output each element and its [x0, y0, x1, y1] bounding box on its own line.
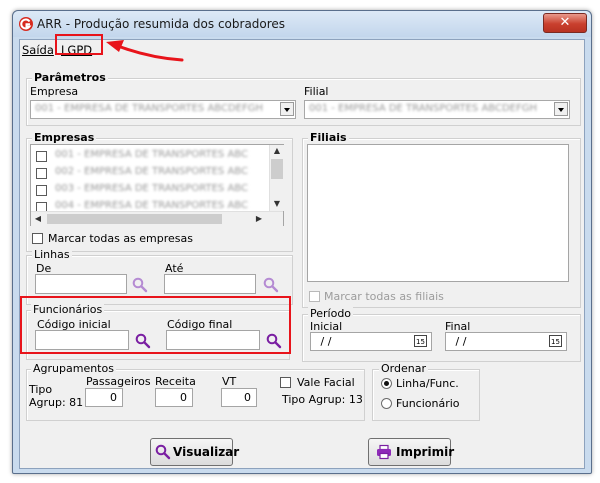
- calendar-day-glyph: 15: [416, 338, 425, 346]
- radio-funcionario-label: Funcionário: [396, 397, 460, 410]
- filiais-list[interactable]: [307, 144, 569, 282]
- scroll-right-icon[interactable]: ▶: [253, 213, 265, 225]
- vale-facial-label: Vale Facial: [297, 376, 355, 389]
- vale-facial-checkbox[interactable]: [280, 377, 291, 388]
- tipo-agrup-13-label: Tipo Agrup: 13: [282, 393, 363, 406]
- marcar-todas-empresas-checkbox[interactable]: [32, 233, 43, 244]
- agrupamentos-title: Agrupamentos: [31, 362, 116, 375]
- empresa-item-label: 004 - EMPRESA DE TRANSPORTES ABC: [55, 200, 248, 211]
- lgpd-highlight-box: [55, 34, 103, 55]
- empresa-item-label: 002 - EMPRESA DE TRANSPORTES ABC: [55, 166, 248, 177]
- filial-select[interactable]: 001 - EMPRESA DE TRANSPORTES ABCDEFGH: [304, 100, 570, 119]
- empresa-select[interactable]: 001 - EMPRESA DE TRANSPORTES ABCDEFGH: [30, 100, 296, 119]
- empresa-checkbox[interactable]: [36, 168, 47, 179]
- linhas-title: Linhas: [32, 248, 72, 261]
- calendar-icon[interactable]: 15: [549, 335, 562, 347]
- filial-value: 001 - EMPRESA DE TRANSPORTES ABCDEFGH: [309, 103, 537, 114]
- vt-value: 0: [244, 391, 251, 404]
- search-icon[interactable]: [132, 277, 148, 293]
- client-area: Saída LGPD Parâmetros Empresa 001 - EMPR…: [19, 39, 585, 469]
- periodo-final-value: / /: [452, 335, 467, 348]
- radio-funcionario[interactable]: [381, 398, 392, 409]
- receita-label: Receita: [155, 375, 196, 388]
- visualizar-label: Visualizar: [173, 445, 240, 459]
- printer-icon: [377, 444, 391, 460]
- close-icon: ✕: [559, 15, 571, 30]
- filial-label: Filial: [304, 85, 329, 98]
- radio-linha-func-label: Linha/Func.: [396, 377, 459, 390]
- close-button[interactable]: ✕: [543, 13, 587, 33]
- periodo-inicial-value: / /: [317, 335, 332, 348]
- search-icon: [155, 444, 171, 460]
- passageiros-label: Passageiros: [86, 375, 151, 388]
- empresa-label: Empresa: [30, 85, 79, 98]
- linhas-ate-input[interactable]: [164, 274, 256, 294]
- receita-value: 0: [180, 391, 187, 404]
- periodo-final-input[interactable]: / / 15: [445, 332, 567, 351]
- periodo-inicial-input[interactable]: / / 15: [310, 332, 432, 351]
- empresa-checkbox[interactable]: [36, 151, 47, 162]
- empresa-item-label: 001 - EMPRESA DE TRANSPORTES ABC: [55, 149, 248, 160]
- empresas-checklist[interactable]: 001 - EMPRESA DE TRANSPORTES ABC 002 - E…: [30, 144, 284, 226]
- app-window: ARR - Produção resumida dos cobradores ✕…: [12, 10, 592, 474]
- scroll-thumb[interactable]: [271, 159, 283, 179]
- empresa-item-label: 003 - EMPRESA DE TRANSPORTES ABC: [55, 183, 248, 194]
- empresa-value: 001 - EMPRESA DE TRANSPORTES ABCDEFGH: [35, 103, 263, 114]
- radio-linha-func[interactable]: [381, 378, 392, 389]
- chevron-down-icon[interactable]: [280, 102, 294, 116]
- funcionarios-highlight-box: [20, 296, 291, 354]
- visualizar-button[interactable]: Visualizar: [150, 438, 239, 466]
- empresas-title: Empresas: [32, 131, 97, 144]
- menu-saida[interactable]: Saída: [22, 43, 54, 57]
- marcar-todas-filiais-checkbox[interactable]: [309, 291, 320, 302]
- linhas-de-input[interactable]: [35, 274, 127, 294]
- arrow-icon: [106, 40, 184, 62]
- calendar-icon[interactable]: 15: [414, 335, 427, 347]
- periodo-title: Período: [308, 307, 354, 320]
- search-icon[interactable]: [263, 277, 279, 293]
- filiais-title: Filiais: [308, 131, 349, 144]
- parametros-title: Parâmetros: [32, 71, 108, 84]
- window-title: ARR - Produção resumida dos cobradores: [37, 17, 286, 31]
- imprimir-button[interactable]: Imprimir: [368, 438, 455, 466]
- scroll-left-icon[interactable]: ◀: [32, 213, 44, 225]
- horizontal-scrollbar[interactable]: ◀ ▶: [31, 211, 283, 226]
- ordenar-title: Ordenar: [379, 362, 428, 375]
- imprimir-label: Imprimir: [396, 445, 455, 459]
- marcar-todas-empresas-label: Marcar todas as empresas: [48, 232, 193, 245]
- vertical-scrollbar[interactable]: ▲ ▼: [269, 145, 284, 211]
- chevron-down-icon[interactable]: [554, 102, 568, 116]
- tipo-agrup-81-label: Agrup: 81: [29, 396, 84, 409]
- scroll-thumb-horizontal[interactable]: [47, 214, 222, 224]
- tipo-label: Tipo: [29, 383, 53, 396]
- passageiros-value: 0: [110, 391, 117, 404]
- scroll-down-icon[interactable]: ▼: [271, 198, 283, 210]
- vt-input[interactable]: 0: [221, 388, 257, 407]
- empresa-checkbox[interactable]: [36, 185, 47, 196]
- calendar-day-glyph: 15: [551, 338, 560, 346]
- vt-label: VT: [222, 375, 237, 388]
- marcar-todas-filiais-label: Marcar todas as filiais: [324, 290, 444, 303]
- app-logo-icon: [19, 17, 33, 31]
- passageiros-input[interactable]: 0: [85, 388, 123, 407]
- scroll-up-icon[interactable]: ▲: [271, 145, 283, 157]
- receita-input[interactable]: 0: [155, 388, 193, 407]
